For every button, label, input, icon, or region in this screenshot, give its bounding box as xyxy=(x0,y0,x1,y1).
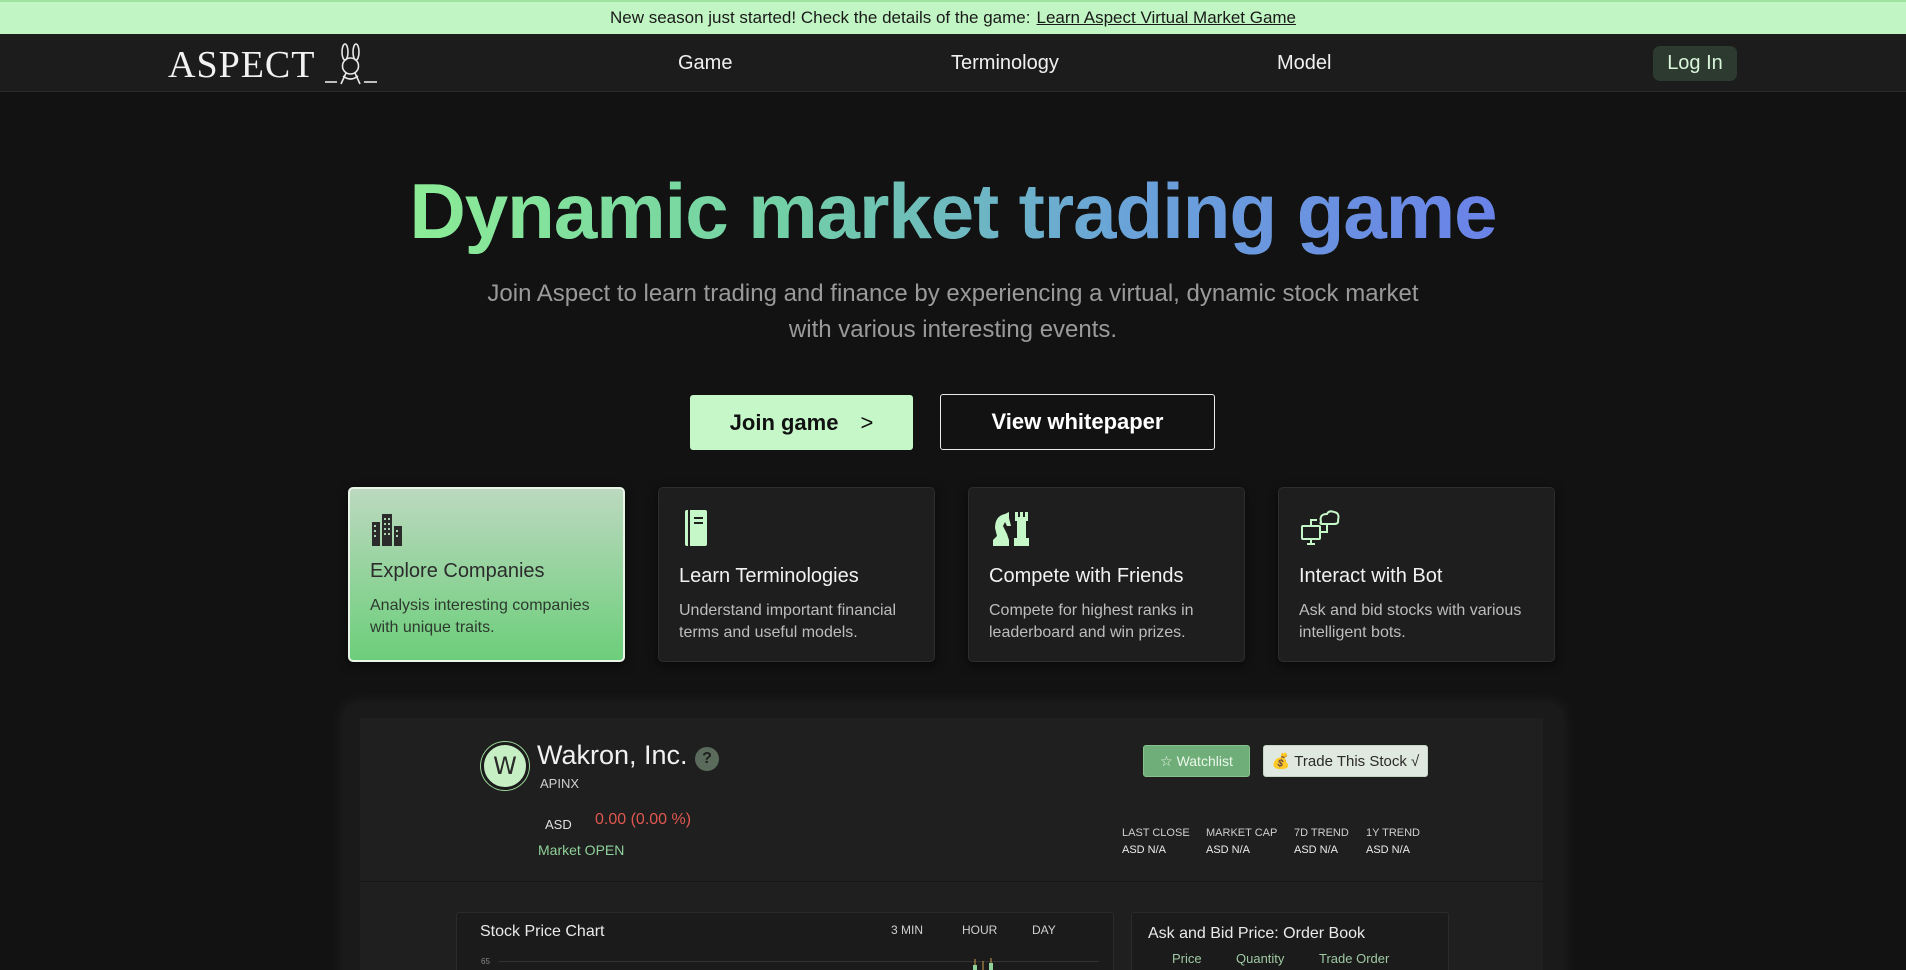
hero-subtitle-line2: with various interesting events. xyxy=(788,316,1118,343)
ticker-symbol: APINX xyxy=(540,776,580,791)
axis-tick: 65 xyxy=(481,957,490,966)
orderbook-title: Ask and Bid Price: Order Book xyxy=(1148,925,1365,942)
feature-card-compete-with-friends[interactable]: Compete with Friends Compete for highest… xyxy=(968,487,1245,662)
nav-terminology[interactable]: Terminology xyxy=(951,52,1059,75)
range-hour[interactable]: HOUR xyxy=(962,923,997,937)
bot-network-icon xyxy=(1301,510,1340,545)
feature-title: Learn Terminologies xyxy=(679,565,859,587)
stat-value: ASD N/A xyxy=(1366,844,1411,856)
feature-title: Explore Companies xyxy=(370,560,545,582)
preview-panel: W Wakron, Inc. ? APINX ASD 0.00 (0.00 %)… xyxy=(360,718,1543,970)
grid-line xyxy=(499,961,1099,962)
hero-title: Dynamic market trading game xyxy=(0,166,1906,257)
order-book: Ask and Bid Price: Order Book Price Quan… xyxy=(1131,912,1449,970)
hero-subtitle: Join Aspect to learn trading and finance… xyxy=(453,276,1453,348)
app-preview: W Wakron, Inc. ? APINX ASD 0.00 (0.00 %)… xyxy=(344,704,1562,970)
feature-card-explore-companies[interactable]: Explore Companies Analysis interesting c… xyxy=(348,487,625,662)
announcement-banner: New season just started! Check the detai… xyxy=(0,0,1906,34)
stat-market-cap: MARKET CAP ASD N/A xyxy=(1206,825,1277,859)
stat-label: MARKET CAP xyxy=(1206,827,1278,839)
trade-stock-button[interactable]: 💰 Trade This Stock √ xyxy=(1263,745,1428,777)
stat-7d-trend: 7D TREND ASD N/A xyxy=(1294,825,1349,859)
feature-card-interact-with-bot[interactable]: Interact with Bot Ask and bid stocks wit… xyxy=(1278,487,1555,662)
help-icon[interactable]: ? xyxy=(695,747,719,771)
chart-title: Stock Price Chart xyxy=(480,923,605,940)
join-game-button[interactable]: Join game > xyxy=(690,395,913,450)
hero-subtitle-line1: Join Aspect to learn trading and finance… xyxy=(487,280,1419,307)
stat-last-close: LAST CLOSE ASD N/A xyxy=(1122,825,1190,859)
candlestick-mark xyxy=(973,958,993,970)
stat-label: LAST CLOSE xyxy=(1122,827,1190,839)
hero-title-text: Dynamic market trading game xyxy=(409,167,1497,255)
stat-value: ASD N/A xyxy=(1122,844,1167,856)
chess-pieces-icon xyxy=(993,512,1029,546)
logo-text: ASPECT xyxy=(168,44,316,86)
stat-label: 7D TREND xyxy=(1294,827,1349,839)
stat-label: 1Y TREND xyxy=(1366,827,1421,839)
feature-card-learn-terminologies[interactable]: Learn Terminologies Understand important… xyxy=(658,487,935,662)
range-3min[interactable]: 3 MIN xyxy=(891,923,923,937)
join-game-label: Join game xyxy=(729,409,839,435)
orderbook-col-quantity: Quantity xyxy=(1236,951,1285,966)
banner-text: New season just started! Check the detai… xyxy=(609,8,1031,27)
orderbook-col-price: Price xyxy=(1172,951,1202,966)
feature-title: Interact with Bot xyxy=(1299,565,1443,587)
orderbook-col-trade-order: Trade Order xyxy=(1319,951,1390,966)
logo[interactable]: ASPECT xyxy=(168,42,379,88)
stat-value: ASD N/A xyxy=(1294,844,1339,856)
stat-value: ASD N/A xyxy=(1206,844,1251,856)
price-change: 0.00 (0.00 %) xyxy=(595,811,692,828)
book-icon xyxy=(685,510,707,546)
company-name: Wakron, Inc. xyxy=(537,740,688,770)
company-avatar: W xyxy=(481,742,529,790)
feature-desc: Ask and bid stocks with various intellig… xyxy=(1299,602,1522,641)
rabbit-logo-icon xyxy=(325,43,378,85)
range-day[interactable]: DAY xyxy=(1032,923,1056,937)
nav-game[interactable]: Game xyxy=(678,52,732,75)
feature-desc: Analysis interesting companies with uniq… xyxy=(370,597,590,636)
buildings-icon xyxy=(372,514,402,546)
top-nav: ASPECT Game Terminology Model Log In xyxy=(0,34,1906,92)
chevron-right-icon: > xyxy=(860,409,874,435)
nav-model[interactable]: Model xyxy=(1277,52,1331,75)
feature-desc: Compete for highest ranks in leaderboard… xyxy=(989,602,1194,641)
watchlist-button[interactable]: ☆ Watchlist xyxy=(1143,745,1250,777)
banner-link[interactable]: Learn Aspect Virtual Market Game xyxy=(1036,8,1296,28)
stock-price-chart: Stock Price Chart 3 MIN HOUR DAY 65 xyxy=(456,912,1114,970)
feature-title: Compete with Friends xyxy=(989,565,1184,587)
feature-desc: Understand important financial terms and… xyxy=(679,602,897,641)
login-button[interactable]: Log In xyxy=(1653,46,1737,81)
market-status: Market OPEN xyxy=(538,842,625,858)
stock-header: W Wakron, Inc. ? APINX ASD 0.00 (0.00 %)… xyxy=(360,718,1543,882)
stat-1y-trend: 1Y TREND ASD N/A xyxy=(1366,825,1420,859)
currency-label: ASD xyxy=(545,817,572,832)
view-whitepaper-button[interactable]: View whitepaper xyxy=(940,394,1215,450)
